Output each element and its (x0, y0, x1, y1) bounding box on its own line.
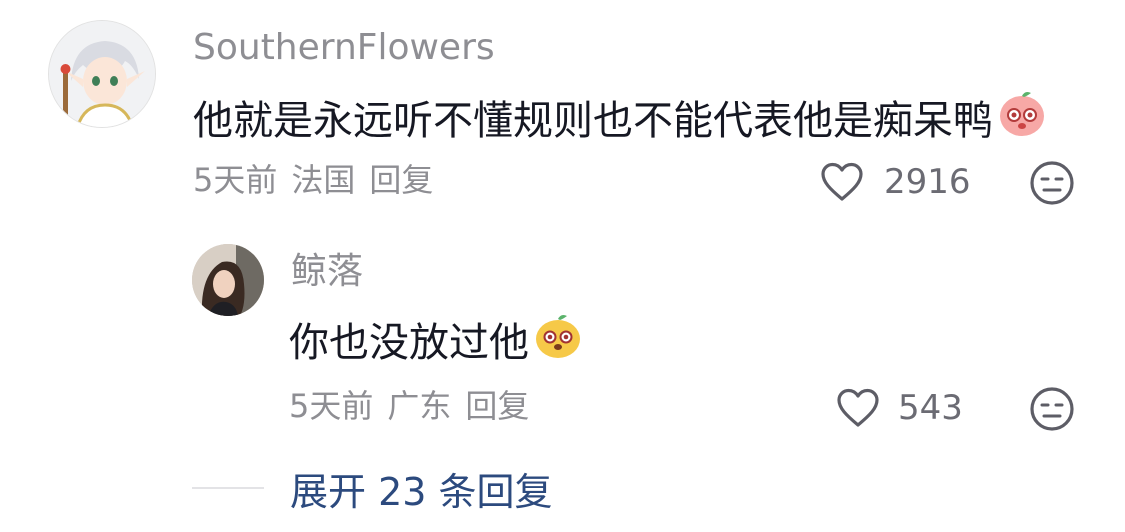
comment-text-row: 他就是永远听不懂规则也不能代表他是痴呆鸭 (193, 88, 1047, 153)
reply-reply-button[interactable]: 回复 (465, 386, 529, 426)
user-photo-avatar-icon (192, 244, 264, 316)
comment-location: 法国 (291, 161, 356, 199)
heart-icon (837, 388, 879, 427)
comment-like-button[interactable]: 2916 (820, 160, 971, 204)
replier-avatar[interactable] (192, 244, 264, 316)
reply-text-row: 你也没放过他 (289, 310, 583, 375)
comment-reply-button[interactable]: 回复 (369, 160, 433, 200)
comment-meta: 5天前 法国 回复 (193, 160, 433, 200)
anime-character-avatar-icon (49, 21, 155, 127)
comment-dislike-button[interactable] (1029, 160, 1075, 206)
pink-face-emoji-icon (997, 88, 1047, 153)
commenter-avatar[interactable] (48, 20, 156, 128)
comment-text: 他就是永远听不懂规则也不能代表他是痴呆鸭 (193, 97, 993, 144)
reply-meta: 5天前 广东 回复 (289, 386, 529, 426)
reply-like-count: 543 (898, 388, 963, 428)
expand-divider (192, 487, 264, 489)
comment-time: 5天前 (193, 161, 278, 199)
expand-replies-button[interactable]: 展开 23 条回复 (290, 461, 553, 516)
replier-username[interactable]: 鲸落 (291, 250, 363, 294)
reply-location: 广东 (387, 387, 452, 425)
heart-icon (821, 162, 863, 201)
reply-text: 你也没放过他 (289, 319, 529, 366)
reply-dislike-button[interactable] (1029, 386, 1075, 432)
expand-replies-row: 展开 23 条回复 (192, 462, 553, 514)
yellow-face-emoji-icon (533, 310, 583, 375)
comment-like-count: 2916 (884, 162, 971, 202)
reply-like-button[interactable]: 543 (836, 386, 963, 430)
commenter-username[interactable]: SouthernFlowers (193, 26, 495, 70)
neutral-face-icon (1030, 387, 1074, 431)
neutral-face-icon (1030, 161, 1074, 205)
reply-time: 5天前 (289, 387, 374, 425)
